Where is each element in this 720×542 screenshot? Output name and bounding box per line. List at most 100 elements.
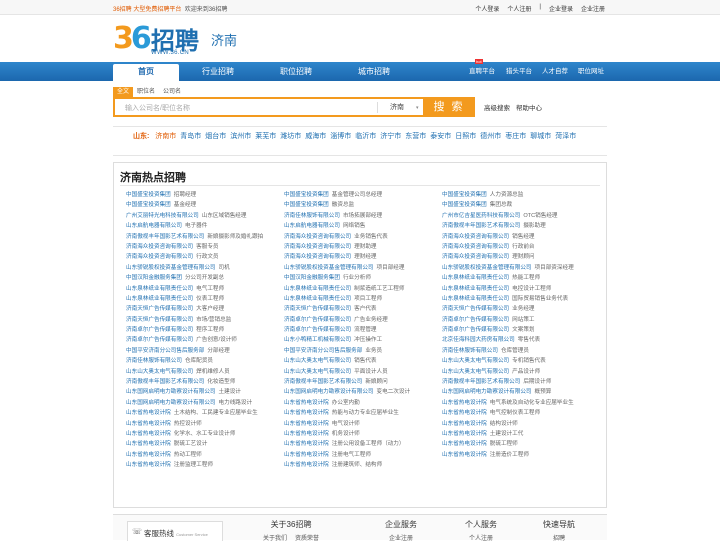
job-title-link[interactable]: 土建设计 (219, 389, 241, 395)
company-link[interactable]: 山东省热电设计院 (442, 452, 487, 458)
company-link[interactable]: 山东山大奥太电气有限公司 (284, 369, 351, 375)
footer-company-register-link[interactable]: 企业注册 (389, 533, 413, 542)
company-link[interactable]: 中国盛宝投资集团 (126, 202, 171, 208)
company-link[interactable]: 山东省热电设计院 (442, 421, 487, 427)
company-link[interactable]: 山东省热电设计院 (442, 431, 487, 437)
company-link[interactable]: 广州市亿吉星医药科技有限公司 (442, 213, 520, 219)
company-link[interactable]: 济南海众投资咨询有限公司 (442, 234, 509, 240)
job-title-link[interactable]: 网络销售 (343, 223, 365, 229)
job-title-link[interactable]: 融资总监 (332, 202, 354, 208)
job-title-link[interactable]: 广告业务经理 (354, 317, 388, 323)
company-link[interactable]: 山东省热电设计院 (126, 410, 171, 416)
job-title-link[interactable]: 注册公用设备工程师（动力） (332, 441, 405, 447)
job-title-link[interactable]: 业务经理 (512, 306, 534, 312)
job-title-link[interactable]: 客户代表 (354, 306, 376, 312)
company-link[interactable]: 济南卓尔广告传媒有限公司 (442, 327, 509, 333)
company-link[interactable]: 中国平安济南分公司售后服务部 (126, 348, 204, 354)
job-title-link[interactable]: 脱硫工艺设计 (174, 441, 208, 447)
company-link[interactable]: 广州艾丽特光电科技有限公司 (126, 213, 199, 219)
city-link[interactable]: 青岛市 (180, 133, 201, 140)
job-title-link[interactable]: 电子器件 (185, 223, 207, 229)
company-link[interactable]: 山东国网启明电力勘察设计有限公司 (284, 389, 374, 395)
job-title-link[interactable]: 平面设计人员 (354, 369, 388, 375)
company-link[interactable]: 济南傲视丰年国影艺术有限公司 (126, 379, 204, 385)
nav-industry-jobs[interactable]: 行业招聘 (190, 62, 246, 81)
job-title-link[interactable]: 摄影助理 (523, 223, 545, 229)
job-title-link[interactable]: 文案策划 (512, 327, 534, 333)
footer-jobs-link[interactable]: 招聘 (553, 533, 565, 542)
company-link[interactable]: 山东省热电设计院 (126, 431, 171, 437)
company-link[interactable]: 山东骄锐股权投资基金管理有限公司 (442, 265, 532, 271)
company-link[interactable]: 济南卓尔广告传媒有限公司 (284, 327, 351, 333)
city-link[interactable]: 德州市 (480, 133, 501, 140)
company-link[interactable]: 中国盛宝投资集团 (126, 192, 171, 198)
nav-position-jobs[interactable]: 职位招聘 (268, 62, 324, 81)
tab-position[interactable]: 职位名 (133, 87, 159, 97)
company-link[interactable]: 济南天恒广告传媒有限公司 (126, 317, 193, 323)
job-title-link[interactable]: 业务员 (365, 348, 382, 354)
city-link[interactable]: 威海市 (305, 133, 326, 140)
job-title-link[interactable]: 仓库配货员 (185, 358, 213, 364)
job-title-link[interactable]: 制浆造纸工艺工程师 (354, 286, 404, 292)
company-link[interactable]: 济南傲视丰年国影艺术有限公司 (442, 379, 520, 385)
city-link[interactable]: 临沂市 (355, 133, 376, 140)
company-link[interactable]: 济南卓尔广告传媒有限公司 (284, 317, 351, 323)
help-center-link[interactable]: 帮助中心 (516, 102, 542, 112)
job-title-link[interactable]: 招聘经理 (174, 192, 196, 198)
company-link[interactable]: 济南海众投资咨询有限公司 (126, 254, 193, 260)
company-link[interactable]: 山东省热电设计院 (442, 441, 487, 447)
job-title-link[interactable]: 注册电气工程师 (332, 452, 371, 458)
site-logo[interactable]: 36 招聘 WWW.36.CN (113, 21, 223, 59)
company-link[interactable]: 济南天恒广告传媒有限公司 (442, 306, 509, 312)
nav-city-jobs[interactable]: 城市招聘 (346, 62, 402, 81)
job-title-link[interactable]: 项目部经理 (377, 265, 405, 271)
job-title-link[interactable]: 仓库管理员 (501, 348, 529, 354)
company-link[interactable]: 山东省热电设计院 (284, 441, 329, 447)
company-link[interactable]: 济南卓尔广告传媒有限公司 (442, 317, 509, 323)
company-link[interactable]: 山东省热电设计院 (126, 441, 171, 447)
job-title-link[interactable]: 新娘摄影师及婚礼跟拍 (207, 234, 263, 240)
job-title-link[interactable]: 理财顾问 (512, 254, 534, 260)
city-link[interactable]: 滨州市 (230, 133, 251, 140)
job-title-link[interactable]: 产品设计师 (512, 369, 540, 375)
company-link[interactable]: 山东泉林纸业有限责任公司 (284, 286, 351, 292)
job-title-link[interactable]: 客服专员 (196, 244, 218, 250)
city-link[interactable]: 济南市 (155, 133, 176, 140)
job-title-link[interactable]: 电力线路设计 (219, 400, 253, 406)
company-link[interactable]: 山东泉林纸业有限责任公司 (442, 286, 509, 292)
company-link[interactable]: 山东山大奥太电气有限公司 (284, 358, 351, 364)
nav-headhunter-platform[interactable]: 猎头平台 (502, 62, 536, 81)
company-link[interactable]: 山东小鸭精工机械有限公司 (284, 337, 351, 343)
job-title-link[interactable]: 广告创意/设计师 (196, 337, 237, 343)
city-select[interactable]: 济南 ▾ (377, 102, 425, 113)
job-title-link[interactable]: 行政前台 (512, 244, 534, 250)
footer-about-us-link[interactable]: 关于我们 (263, 533, 287, 542)
job-title-link[interactable]: 分部经理 (207, 348, 229, 354)
city-link[interactable]: 济宁市 (380, 133, 401, 140)
company-link[interactable]: 山东国网启明电力勘察设计有限公司 (442, 389, 532, 395)
job-title-link[interactable]: 司机 (219, 265, 230, 271)
company-link[interactable]: 济南海众投资咨询有限公司 (284, 254, 351, 260)
company-link[interactable]: 济南天恒广告传媒有限公司 (126, 306, 193, 312)
footer-personal-register-link[interactable]: 个人注册 (469, 533, 493, 542)
company-link[interactable]: 济南卓尔广告传媒有限公司 (126, 337, 193, 343)
company-link[interactable]: 中国汉阳金融服务集团 (284, 275, 340, 281)
job-title-link[interactable]: 办公室内勤 (332, 400, 360, 406)
company-link[interactable]: 山东省热电设计院 (284, 431, 329, 437)
job-title-link[interactable]: 市场拓展部经理 (343, 213, 382, 219)
company-link[interactable]: 山东启航电器有限公司 (126, 223, 182, 229)
city-link[interactable]: 烟台市 (205, 133, 226, 140)
job-title-link[interactable]: 仪表工程师 (196, 296, 224, 302)
job-title-link[interactable]: 销售代表 (354, 358, 376, 364)
company-link[interactable]: 山东泉林纸业有限责任公司 (126, 286, 193, 292)
company-link[interactable]: 中国盛宝投资集团 (442, 192, 487, 198)
job-title-link[interactable]: 理财经理 (354, 254, 376, 260)
job-title-link[interactable]: 冲压操作工 (354, 337, 382, 343)
nav-self-recommend[interactable]: 人才自荐 (538, 62, 572, 81)
company-link[interactable]: 山东启航电器有限公司 (284, 223, 340, 229)
company-link[interactable]: 山东泉林纸业有限责任公司 (126, 296, 193, 302)
job-title-link[interactable]: 网站策工 (512, 317, 534, 323)
job-title-link[interactable]: 行业分析师 (343, 275, 371, 281)
search-input[interactable]: 输入公司名/职位名称 济南 ▾ (113, 97, 475, 117)
company-link[interactable]: 山东省热电设计院 (284, 410, 329, 416)
